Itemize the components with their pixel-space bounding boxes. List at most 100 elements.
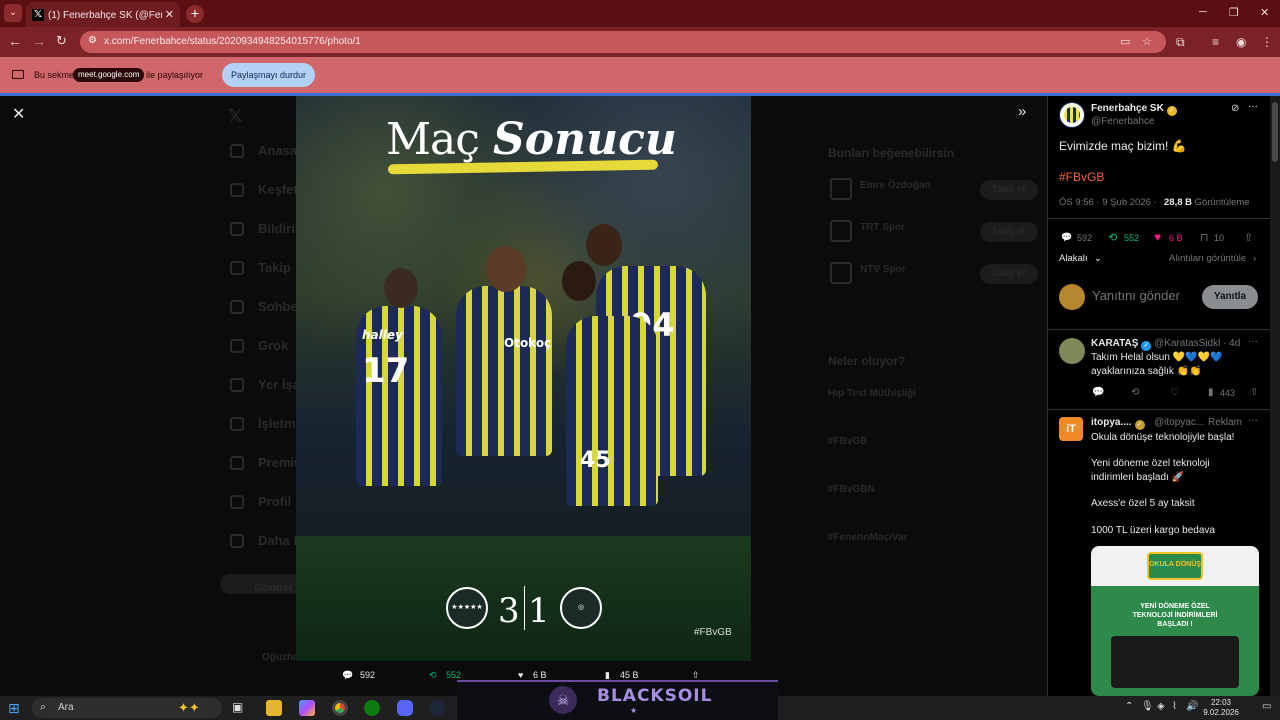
like-icon[interactable]: ♥ — [518, 670, 523, 680]
bookmark-icon[interactable]: ⊓ — [1200, 231, 1209, 244]
active-tab[interactable]: 𝕏 (1) Fenerbahçe SK (@Fenerb ✕ — [26, 2, 180, 27]
match-result-photo[interactable]: 17 halley Otokoç 94 45 Maç Sonucu ★★★★★ … — [296, 96, 751, 661]
ad-image[interactable]: OKULA DÖNÜŞ YENİ DÖNEME ÖZEL TEKNOLOJİ İ… — [1091, 546, 1259, 696]
discord-icon[interactable] — [397, 700, 413, 716]
restore-icon[interactable]: ❐ — [1229, 6, 1239, 19]
reply-icon[interactable]: 💬 — [342, 670, 353, 681]
wifi-icon[interactable]: ⌇ — [1172, 701, 1177, 712]
divider — [1048, 329, 1270, 330]
tweet-timestamp[interactable]: ÖS 9:56 · 9 Şub 2026 · — [1059, 197, 1157, 208]
taskbar-search[interactable]: ⌕ Ara ✦✦ — [32, 698, 222, 718]
reply-author-handle[interactable]: @KaratasSidkl · 4d — [1154, 338, 1240, 349]
site-info-icon[interactable]: ⚙ — [88, 35, 102, 49]
xbox-icon[interactable] — [364, 700, 380, 716]
repost-icon[interactable]: ⟲ — [429, 670, 437, 681]
media-icon[interactable]: ≡ — [1212, 35, 1219, 49]
genclerbirligi-crest-icon: ◎ — [560, 587, 602, 629]
suggestions-title: Bunları beğenebilirsin — [828, 146, 955, 160]
copilot-sparkle-icon: ✦✦ — [178, 700, 200, 715]
address-bar[interactable]: ⚙ x.com/Fenerbahce/status/20209349482540… — [80, 31, 1166, 53]
cast-icon[interactable]: ▭ — [1120, 35, 1130, 48]
sort-dropdown[interactable]: Alakalı — [1059, 253, 1088, 264]
forward-icon[interactable]: → — [32, 33, 46, 49]
chevron-down-icon[interactable]: ⌄ — [1094, 253, 1102, 264]
suggestion-avatar — [830, 262, 852, 284]
tweet-views: 28,8 B Görüntüleme — [1164, 197, 1250, 208]
close-tab-icon[interactable]: ✕ — [165, 8, 174, 21]
repost-icon[interactable]: ⟲ — [1131, 387, 1139, 398]
ad-author-name[interactable]: itopya.... ✓ — [1091, 417, 1145, 430]
reply-icon[interactable]: 💬 — [1061, 232, 1072, 243]
tweet-hashtag[interactable]: #FBvGB — [1059, 170, 1104, 184]
views-icon[interactable]: ▮ — [1208, 387, 1214, 398]
trend-item-ghost: Hıp Test Müthişliği — [828, 388, 917, 399]
nav-icon — [230, 456, 244, 470]
ad-author-handle[interactable]: @itopyac... — [1154, 417, 1204, 428]
tray-overflow-icon[interactable]: ⌃ — [1125, 701, 1133, 712]
tweet-like-count: 6 B — [1169, 233, 1183, 243]
close-photo-icon[interactable]: ✕ — [12, 104, 25, 124]
new-tab-button[interactable]: + — [186, 5, 204, 23]
chevron-right-icon[interactable]: › — [1253, 253, 1256, 264]
tweet-author-name[interactable]: Fenerbahçe SK ✓ — [1091, 103, 1177, 116]
nav-item-ghost: Grok — [258, 338, 289, 353]
home-score: 3 — [498, 591, 520, 631]
like-icon[interactable]: ♡ — [1170, 387, 1179, 398]
bookmark-star-icon[interactable]: ☆ — [1142, 35, 1152, 48]
panel-scrollbar[interactable] — [1270, 96, 1280, 696]
suggestion-name: NTV Spor — [860, 264, 906, 275]
more-options-icon[interactable]: ··· — [1248, 415, 1258, 426]
ad-product-shelf — [1111, 636, 1239, 688]
reply-button[interactable]: Yanıtla — [1202, 285, 1258, 309]
reply-input[interactable]: Yanıtını gönder — [1092, 288, 1180, 303]
fenerbahce-avatar[interactable] — [1059, 102, 1085, 128]
current-user-avatar — [1059, 284, 1085, 310]
file-explorer-icon[interactable] — [266, 700, 282, 716]
profile-icon[interactable]: ◉ — [1236, 35, 1246, 49]
collapse-panel-icon[interactable]: » — [1018, 103, 1026, 120]
share-icon[interactable]: ⇧ — [1244, 231, 1253, 244]
trends-title: Neler oluyor? — [828, 354, 906, 368]
start-windows-icon[interactable]: ⊞ — [8, 700, 24, 716]
grok-icon[interactable]: ⊘ — [1231, 103, 1239, 114]
steam-icon[interactable] — [429, 700, 445, 716]
minimize-icon[interactable]: ─ — [1199, 6, 1207, 18]
stop-sharing-button[interactable]: Paylaşmayı durdur — [222, 63, 315, 87]
fenerbahce-crest-icon: ★★★★★ — [446, 587, 488, 629]
scrollbar-thumb[interactable] — [1272, 102, 1278, 162]
extensions-icon[interactable]: ⧉ — [1176, 35, 1185, 50]
nav-icon — [230, 339, 244, 353]
ad-label: Reklam — [1208, 417, 1242, 428]
copilot-icon[interactable] — [299, 700, 315, 716]
ad-line2: Yeni döneme özel teknoloji — [1091, 458, 1210, 469]
divider — [1048, 409, 1270, 410]
share-icon[interactable]: ⇧ — [1250, 387, 1258, 398]
reply-icon[interactable]: 💬 — [1092, 387, 1104, 398]
itopya-avatar[interactable]: iT — [1059, 417, 1083, 441]
task-view-icon[interactable]: ▣ — [232, 700, 248, 716]
nav-icon — [230, 261, 244, 275]
tab-search-button[interactable]: ⌄ — [4, 4, 22, 22]
back-icon[interactable]: ← — [8, 33, 22, 49]
chrome-icon[interactable] — [332, 700, 348, 716]
tweet-detail-panel: Fenerbahçe SK ✓ @Fenerbahce ⊘ ··· Evimizd… — [1047, 96, 1270, 696]
view-quotes-link[interactable]: Alıntıları görüntüle — [1169, 253, 1246, 264]
share-target-chip[interactable]: meet.google.com — [73, 68, 145, 82]
jersey-number-17: 17 — [362, 351, 410, 391]
close-window-icon[interactable]: ✕ — [1260, 6, 1269, 19]
more-options-icon[interactable]: ··· — [1248, 101, 1258, 112]
system-clock[interactable]: 22:03 9.02.2026 — [1196, 698, 1246, 718]
more-options-icon[interactable]: ··· — [1248, 336, 1258, 347]
reply-avatar[interactable] — [1059, 338, 1085, 364]
reply-text-line1: Takım Helal olsun 💛💙💛💙 — [1091, 352, 1223, 363]
overlay-brand: BLACKSOIL — [597, 686, 713, 706]
tweet-author-handle[interactable]: @Fenerbahce — [1091, 116, 1155, 127]
mic-icon[interactable]: 🎙 — [1141, 701, 1154, 712]
repost-icon[interactable]: ⟲ — [1108, 231, 1117, 244]
like-filled-icon[interactable]: ♥ — [1154, 230, 1161, 244]
network-icon[interactable]: ◈ — [1157, 701, 1165, 712]
reload-icon[interactable]: ↻ — [56, 33, 67, 49]
menu-icon[interactable]: ⋮ — [1261, 35, 1273, 49]
reply-author-name[interactable]: KARATAŞ ✓ — [1091, 338, 1152, 351]
notifications-icon[interactable]: ▭ — [1262, 701, 1271, 712]
